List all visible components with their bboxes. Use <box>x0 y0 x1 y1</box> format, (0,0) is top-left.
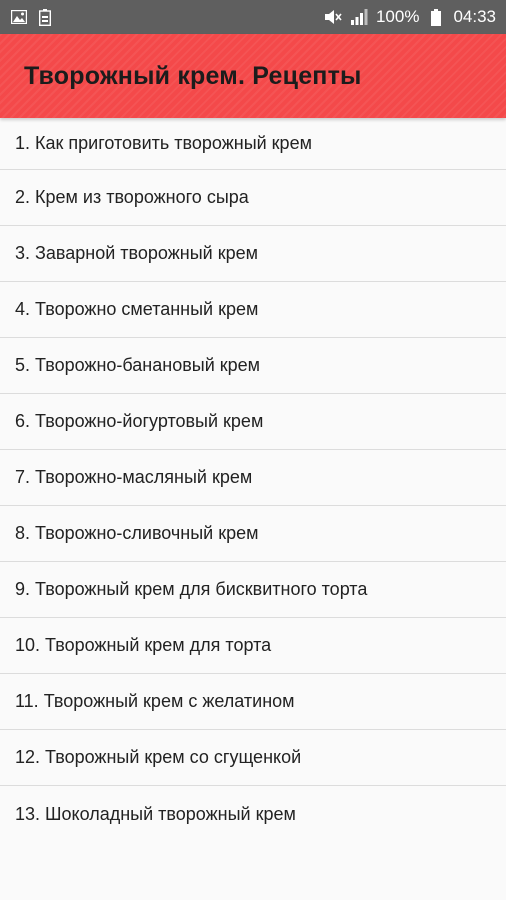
list-item[interactable]: 8. Творожно-сливочный крем <box>0 506 506 562</box>
list-item[interactable]: 4. Творожно сметанный крем <box>0 282 506 338</box>
list-item[interactable]: 9. Творожный крем для бисквитного торта <box>0 562 506 618</box>
list-item[interactable]: 6. Творожно-йогуртовый крем <box>0 394 506 450</box>
signal-icon <box>350 8 368 26</box>
list-item[interactable]: 11. Творожный крем с желатином <box>0 674 506 730</box>
battery-saver-icon <box>36 8 54 26</box>
list-item[interactable]: 13. Шоколадный творожный крем <box>0 786 506 842</box>
mute-icon <box>324 8 342 26</box>
list-item[interactable]: 7. Творожно-масляный крем <box>0 450 506 506</box>
image-icon <box>10 8 28 26</box>
page-title: Творожный крем. Рецепты <box>24 61 362 90</box>
battery-icon <box>427 8 445 26</box>
status-bar: 100% 04:33 <box>0 0 506 34</box>
clock: 04:33 <box>453 7 496 26</box>
list-item[interactable]: 10. Творожный крем для торта <box>0 618 506 674</box>
list-item[interactable]: 5. Творожно-банановый крем <box>0 338 506 394</box>
battery-percent: 100% <box>375 7 420 26</box>
list-item[interactable]: 3. Заварной творожный крем <box>0 226 506 282</box>
list-item[interactable]: 12. Творожный крем со сгущенкой <box>0 730 506 786</box>
recipe-list: 1. Как приготовить творожный крем 2. Кре… <box>0 118 506 842</box>
list-item[interactable]: 2. Крем из творожного сыра <box>0 170 506 226</box>
list-item[interactable]: 1. Как приготовить творожный крем <box>0 118 506 170</box>
app-bar: Творожный крем. Рецепты <box>0 34 506 118</box>
